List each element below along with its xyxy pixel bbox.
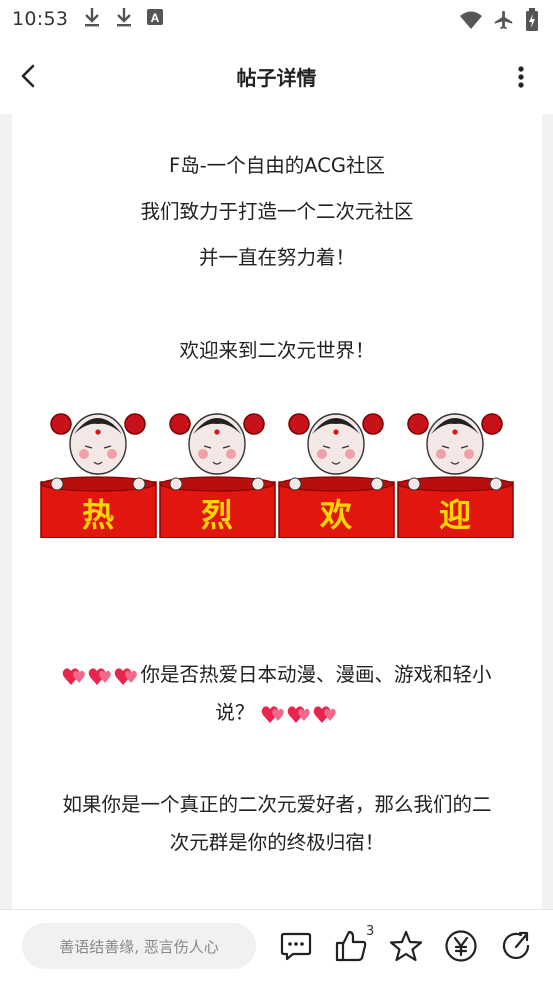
tip-button[interactable] <box>443 928 479 964</box>
comment-button[interactable] <box>278 928 314 964</box>
download-icon <box>82 6 102 32</box>
favorite-button[interactable] <box>388 928 424 964</box>
app-header: 帖子详情 <box>0 38 553 114</box>
like-button[interactable] <box>333 928 369 964</box>
like-icon <box>335 930 367 962</box>
post-paragraph: 如果你是一个真正的二次元爱好者，那么我们的二 <box>62 793 492 816</box>
banner-char: 欢 <box>319 496 353 534</box>
hearts-emoji-icon <box>62 664 140 688</box>
hearts-emoji-icon <box>261 702 339 726</box>
comment-input[interactable]: 善语结善缘, 恶言伤人心 <box>22 923 256 969</box>
bottom-action-bar: 善语结善缘, 恶言伤人心 3 <box>0 909 553 985</box>
yen-icon <box>445 930 477 962</box>
post-content: F岛-一个自由的ACG社区 我们致力于打造一个二次元社区 并一直在努力着！ 欢迎… <box>12 114 542 909</box>
banner-char: 烈 <box>201 496 233 534</box>
star-icon <box>389 930 423 962</box>
more-vertical-icon <box>518 66 524 88</box>
comment-icon <box>280 932 312 961</box>
post-text: 你是否热爱日本动漫、漫画、游戏和轻小 <box>140 663 492 686</box>
more-options-button[interactable] <box>509 62 533 92</box>
status-time: 10:53 <box>12 8 69 30</box>
post-line: 我们致力于打造一个二次元社区 <box>140 200 414 223</box>
font-icon: A <box>146 8 164 30</box>
wifi-icon <box>459 10 483 34</box>
post-text: 说？ <box>215 701 255 724</box>
post-line: 欢迎来到二次元世界！ <box>179 339 375 362</box>
back-arrow-icon <box>21 64 35 88</box>
post-line: F岛-一个自由的ACG社区 <box>169 154 385 177</box>
share-button[interactable] <box>498 928 534 964</box>
back-button[interactable] <box>12 60 44 92</box>
banner-char: 迎 <box>439 496 471 534</box>
svg-text:A: A <box>151 11 160 25</box>
post-paragraph: 次元群是你的终极归宿！ <box>169 831 385 854</box>
post-paragraph: 你是否热爱日本动漫、漫画、游戏和轻小 <box>12 658 542 688</box>
share-icon <box>502 931 530 959</box>
banner-char: 热 <box>82 496 114 534</box>
post-line: 并一直在努力着！ <box>198 246 355 269</box>
welcome-banner-image: 热烈欢迎 <box>40 413 514 538</box>
like-count: 3 <box>366 924 375 939</box>
post-paragraph: 说？ <box>12 696 542 726</box>
status-bar: 10:53 A <box>0 0 553 38</box>
airplane-icon <box>493 9 515 35</box>
page-title: 帖子详情 <box>236 66 317 90</box>
download-icon <box>114 6 134 32</box>
battery-icon <box>525 8 539 36</box>
